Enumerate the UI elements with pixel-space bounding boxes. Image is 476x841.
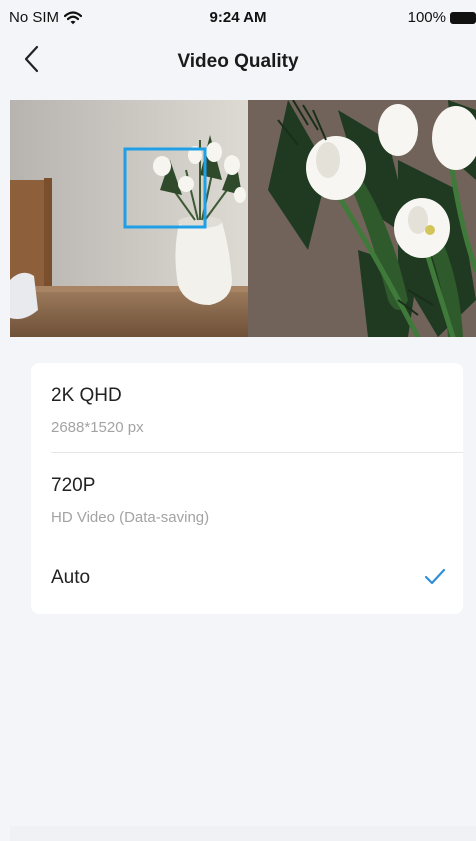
option-subtitle: HD Video (Data-saving) — [51, 509, 210, 526]
page-title: Video Quality — [177, 51, 299, 72]
option-title: 2K QHD — [51, 385, 122, 406]
status-time: 9:24 AM — [209, 9, 267, 26]
bottom-area — [10, 826, 476, 841]
nav-bar: Video Quality — [0, 34, 476, 90]
zoomed-preview-image — [248, 100, 476, 337]
option-auto[interactable]: Auto — [31, 555, 463, 614]
video-preview — [10, 100, 476, 337]
checkmark-icon — [424, 568, 446, 585]
room-preview-image — [10, 100, 248, 337]
status-right: 100% — [408, 9, 476, 26]
option-720p[interactable]: 720P HD Video (Data-saving) — [31, 453, 463, 539]
option-subtitle: 2688*1520 px — [51, 419, 144, 436]
battery-full-icon — [450, 11, 476, 24]
option-title: 720P — [51, 475, 96, 496]
status-bar: No SIM 9:24 AM 100% — [0, 0, 476, 34]
option-2k-qhd[interactable]: 2K QHD 2688*1520 px — [31, 363, 463, 452]
battery-percent: 100% — [407, 9, 446, 26]
option-title: Auto — [51, 567, 91, 588]
quality-options-card: 2K QHD 2688*1520 px 720P HD Video (Data-… — [31, 363, 463, 614]
